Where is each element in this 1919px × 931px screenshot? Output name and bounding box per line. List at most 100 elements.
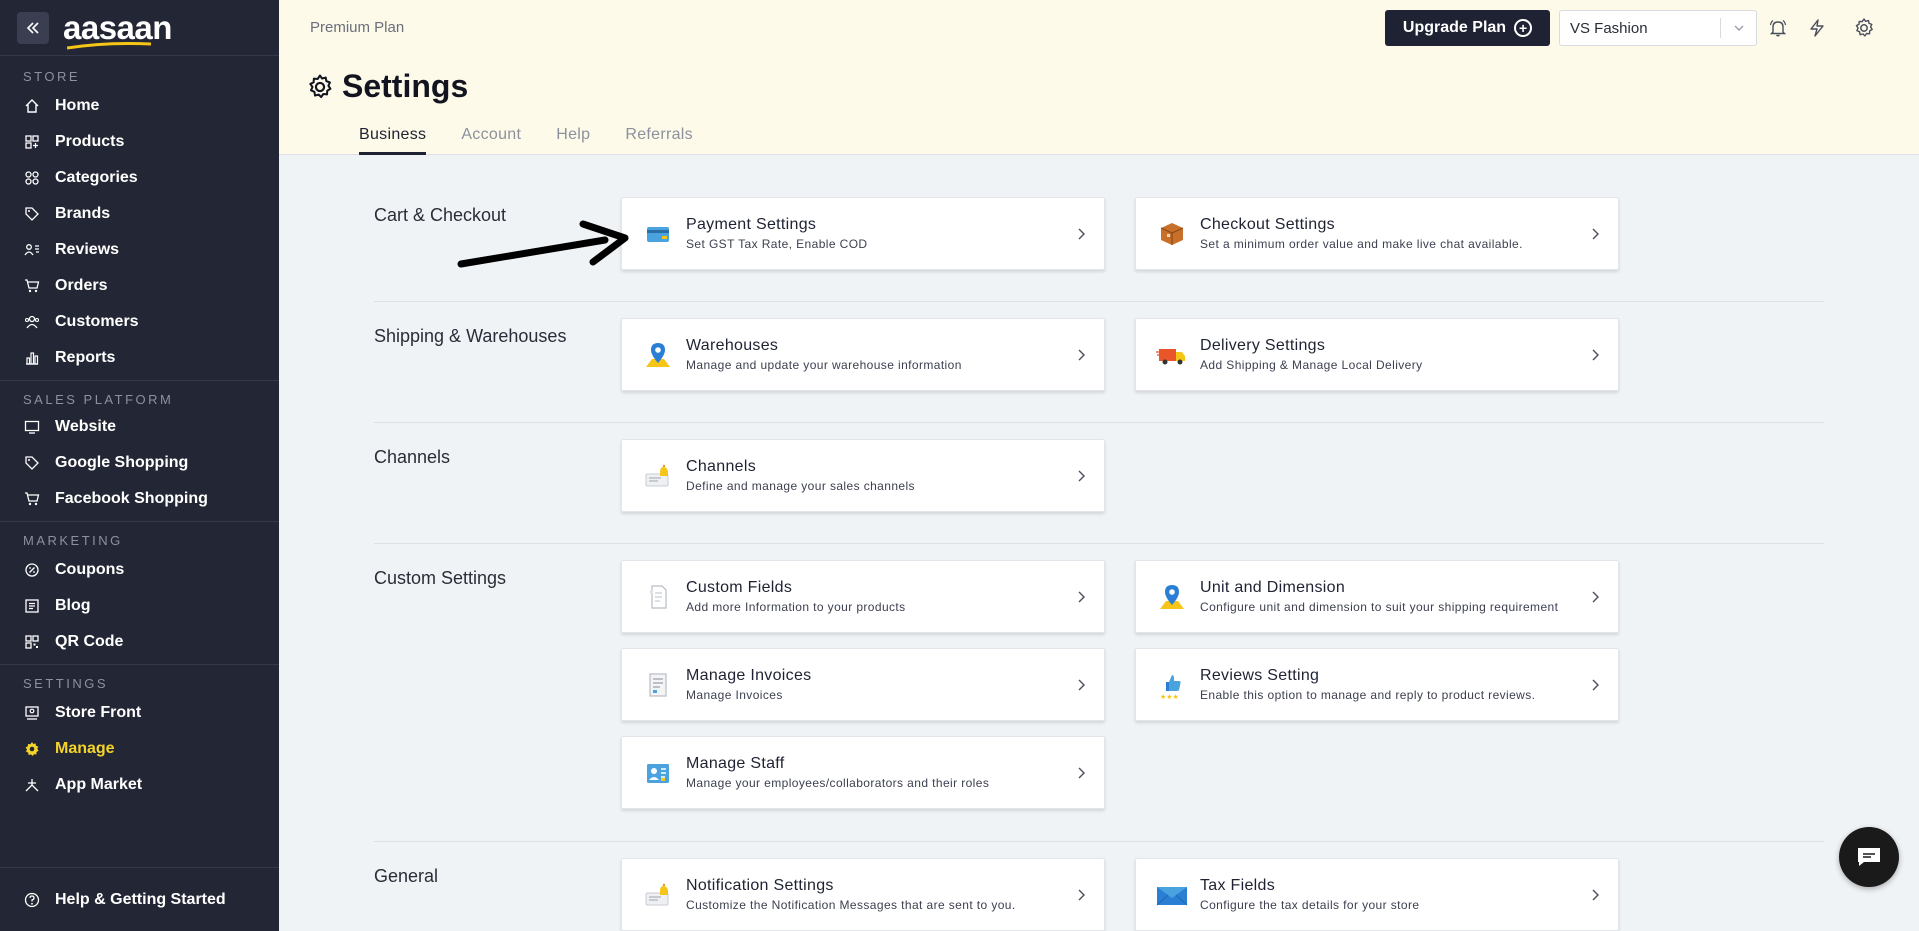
card-description: Configure the tax details for your store <box>1200 898 1420 912</box>
card-text: Custom Fields Add more Information to yo… <box>686 579 1076 614</box>
chevron-right-icon <box>1076 348 1088 362</box>
chat-widget-button[interactable] <box>1839 827 1899 887</box>
sidebar-heading: SALES PLATFORM <box>23 392 174 407</box>
card-tax-fields[interactable]: Tax Fields Configure the tax details for… <box>1135 858 1619 931</box>
sidebar-item-coupons[interactable]: Coupons <box>23 552 279 588</box>
sidebar-item-customers[interactable]: Customers <box>23 304 279 340</box>
chevron-right-icon <box>1590 678 1602 692</box>
tag-icon <box>23 454 41 472</box>
card-title: Custom Fields <box>686 579 793 596</box>
card-title: Warehouses <box>686 337 779 354</box>
tab-help[interactable]: Help <box>556 126 590 155</box>
sidebar-item-label: Products <box>55 133 125 150</box>
sidebar-item-products[interactable]: Products <box>23 124 279 160</box>
card-text: Reviews Setting Enable this option to ma… <box>1200 667 1590 702</box>
reviews-icon <box>23 241 41 259</box>
card-description: Enable this option to manage and reply t… <box>1200 688 1536 702</box>
card-checkout-settings[interactable]: Checkout Settings Set a minimum order va… <box>1135 197 1619 270</box>
sidebar-section-sales-platform: SALES PLATFORM Website Google Shopping F… <box>0 381 279 517</box>
card-text: Delivery Settings Add Shipping & Manage … <box>1200 337 1590 372</box>
upgrade-plan-label: Upgrade Plan <box>1402 19 1507 36</box>
package-icon <box>1154 216 1190 252</box>
card-text: Tax Fields Configure the tax details for… <box>1200 877 1590 912</box>
card-channels[interactable]: Channels Define and manage your sales ch… <box>621 439 1105 512</box>
sidebar-item-website[interactable]: Website <box>23 409 279 445</box>
upgrade-plan-button[interactable]: Upgrade Plan + <box>1385 10 1550 46</box>
chevron-right-icon <box>1076 888 1088 902</box>
card-reviews-setting[interactable]: ★★★ Reviews Setting Enable this option t… <box>1135 648 1619 721</box>
sidebar-item-blog[interactable]: Blog <box>23 588 279 624</box>
card-text: Warehouses Manage and update your wareho… <box>686 337 1076 372</box>
notification-card-icon <box>640 458 676 494</box>
section-divider <box>374 543 1824 544</box>
sidebar-item-brands[interactable]: Brands <box>23 196 279 232</box>
brand-name: aasaan <box>63 9 172 46</box>
sidebar-item-categories[interactable]: Categories <box>23 160 279 196</box>
cart-icon <box>23 490 41 508</box>
sidebar-item-label: App Market <box>55 776 143 793</box>
store-select[interactable]: VS Fashion <box>1559 10 1757 46</box>
settings-gear-icon[interactable] <box>1852 16 1876 40</box>
sidebar-item-reports[interactable]: Reports <box>23 340 279 376</box>
section-label-channels: Channels <box>374 447 451 467</box>
card-notification-settings[interactable]: Notification Settings Customize the Noti… <box>621 858 1105 931</box>
sidebar-item-app-market[interactable]: App Market <box>23 767 279 803</box>
storefront-icon <box>23 704 41 722</box>
card-description: Manage your employees/collaborators and … <box>686 776 990 790</box>
card-text: Checkout Settings Set a minimum order va… <box>1200 216 1590 251</box>
notifications-bell-icon[interactable] <box>1766 16 1790 40</box>
collapse-sidebar-button[interactable] <box>17 11 49 44</box>
sidebar-item-help[interactable]: Help & Getting Started <box>23 891 226 909</box>
card-text: Manage Staff Manage your employees/colla… <box>686 755 1076 790</box>
tab-referrals[interactable]: Referrals <box>625 126 693 155</box>
sidebar-item-reviews[interactable]: Reviews <box>23 232 279 268</box>
sidebar-item-label: Reports <box>55 349 116 366</box>
sidebar-item-google-shopping[interactable]: Google Shopping <box>23 445 279 481</box>
card-manage-staff[interactable]: Manage Staff Manage your employees/colla… <box>621 736 1105 809</box>
store-select-value: VS Fashion <box>1570 19 1648 37</box>
sidebar-heading: STORE <box>23 69 81 84</box>
map-pin-icon <box>640 337 676 373</box>
section-divider <box>374 841 1824 842</box>
sidebar-item-orders[interactable]: Orders <box>23 268 279 304</box>
tab-account[interactable]: Account <box>461 126 521 155</box>
plus-circle-icon: + <box>1514 19 1533 37</box>
delivery-truck-icon <box>1154 337 1190 373</box>
tab-business[interactable]: Business <box>359 126 427 155</box>
chevron-right-icon <box>1590 348 1602 362</box>
card-custom-fields[interactable]: Custom Fields Add more Information to yo… <box>621 560 1105 633</box>
card-title: Channels <box>686 458 757 475</box>
card-text: Channels Define and manage your sales ch… <box>686 458 1076 493</box>
sidebar-item-home[interactable]: Home <box>23 88 279 124</box>
sidebar-item-facebook-shopping[interactable]: Facebook Shopping <box>23 481 279 517</box>
card-title: Delivery Settings <box>1200 337 1326 354</box>
customers-icon <box>23 313 41 331</box>
card-title: Payment Settings <box>686 216 817 233</box>
coupon-icon <box>23 561 41 579</box>
card-payment-settings[interactable]: Payment Settings Set GST Tax Rate, Enabl… <box>621 197 1105 270</box>
sidebar-item-qr-code[interactable]: QR Code <box>23 624 279 660</box>
sidebar-item-label: Website <box>55 418 117 435</box>
card-manage-invoices[interactable]: Manage Invoices Manage Invoices <box>621 648 1105 721</box>
settings-content: Cart & Checkout Payment Settings Set GST… <box>279 156 1919 931</box>
section-divider <box>374 301 1824 302</box>
help-getting-started-link[interactable]: Help & Getting Started <box>0 867 279 931</box>
bar-chart-icon <box>23 349 41 367</box>
brand-logo[interactable]: aasaan <box>63 9 172 50</box>
card-unit-and-dimension[interactable]: Unit and Dimension Configure unit and di… <box>1135 560 1619 633</box>
card-warehouses[interactable]: Warehouses Manage and update your wareho… <box>621 318 1105 391</box>
card-delivery-settings[interactable]: Delivery Settings Add Shipping & Manage … <box>1135 318 1619 391</box>
svg-text:★★★: ★★★ <box>1160 693 1179 700</box>
sidebar-heading: SETTINGS <box>23 676 109 691</box>
sidebar-item-manage[interactable]: Manage <box>23 731 279 767</box>
card-title: Reviews Setting <box>1200 667 1320 684</box>
chevron-right-icon <box>1076 227 1088 241</box>
chat-bubble-icon <box>1858 848 1880 866</box>
card-title: Manage Invoices <box>686 667 812 684</box>
sidebar-section-marketing: MARKETING Coupons Blog QR Code <box>0 522 279 660</box>
sidebar-item-store-front[interactable]: Store Front <box>23 695 279 731</box>
card-description: Set GST Tax Rate, Enable COD <box>686 237 868 251</box>
lightning-icon[interactable] <box>1805 16 1829 40</box>
sidebar-item-label: Home <box>55 97 100 114</box>
card-title: Tax Fields <box>1200 877 1276 894</box>
